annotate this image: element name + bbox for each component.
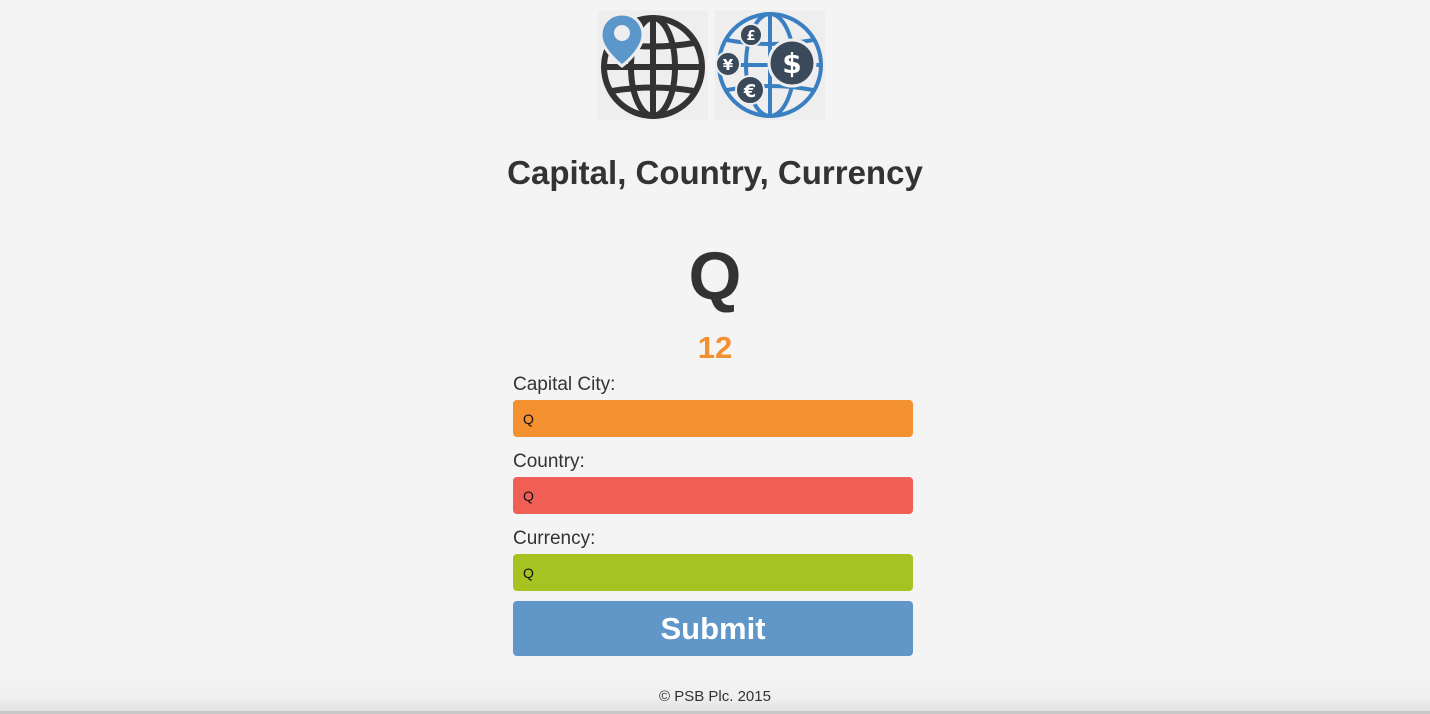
- capital-city-label: Capital City:: [513, 374, 616, 395]
- dollar-symbol: $: [782, 47, 801, 80]
- footer: © PSB Plc. 2015: [0, 676, 1430, 714]
- currency-input[interactable]: [513, 554, 913, 591]
- logo-group: £ ¥ $ €: [598, 10, 826, 120]
- globe-currency-icon: £ ¥ $ €: [715, 10, 825, 120]
- pound-symbol: £: [746, 29, 755, 44]
- score-counter: 12: [697, 330, 733, 365]
- yen-symbol: ¥: [723, 56, 734, 74]
- submit-button[interactable]: Submit: [513, 601, 913, 656]
- copyright-text: © PSB Plc. 2015: [659, 688, 771, 705]
- capital-city-input[interactable]: [513, 400, 913, 437]
- page: £ ¥ $ € Capital, Country, Currency Q 12 …: [0, 0, 1430, 714]
- country-label: Country:: [513, 451, 585, 472]
- country-input[interactable]: [513, 477, 913, 514]
- currency-label: Currency:: [513, 528, 596, 549]
- answer-form: Capital City: Country: Currency: Submit: [513, 371, 913, 656]
- euro-symbol: €: [743, 81, 757, 102]
- globe-location-pin-icon: [598, 10, 708, 120]
- page-title: Capital, Country, Currency: [507, 154, 923, 191]
- current-letter: Q: [688, 238, 742, 314]
